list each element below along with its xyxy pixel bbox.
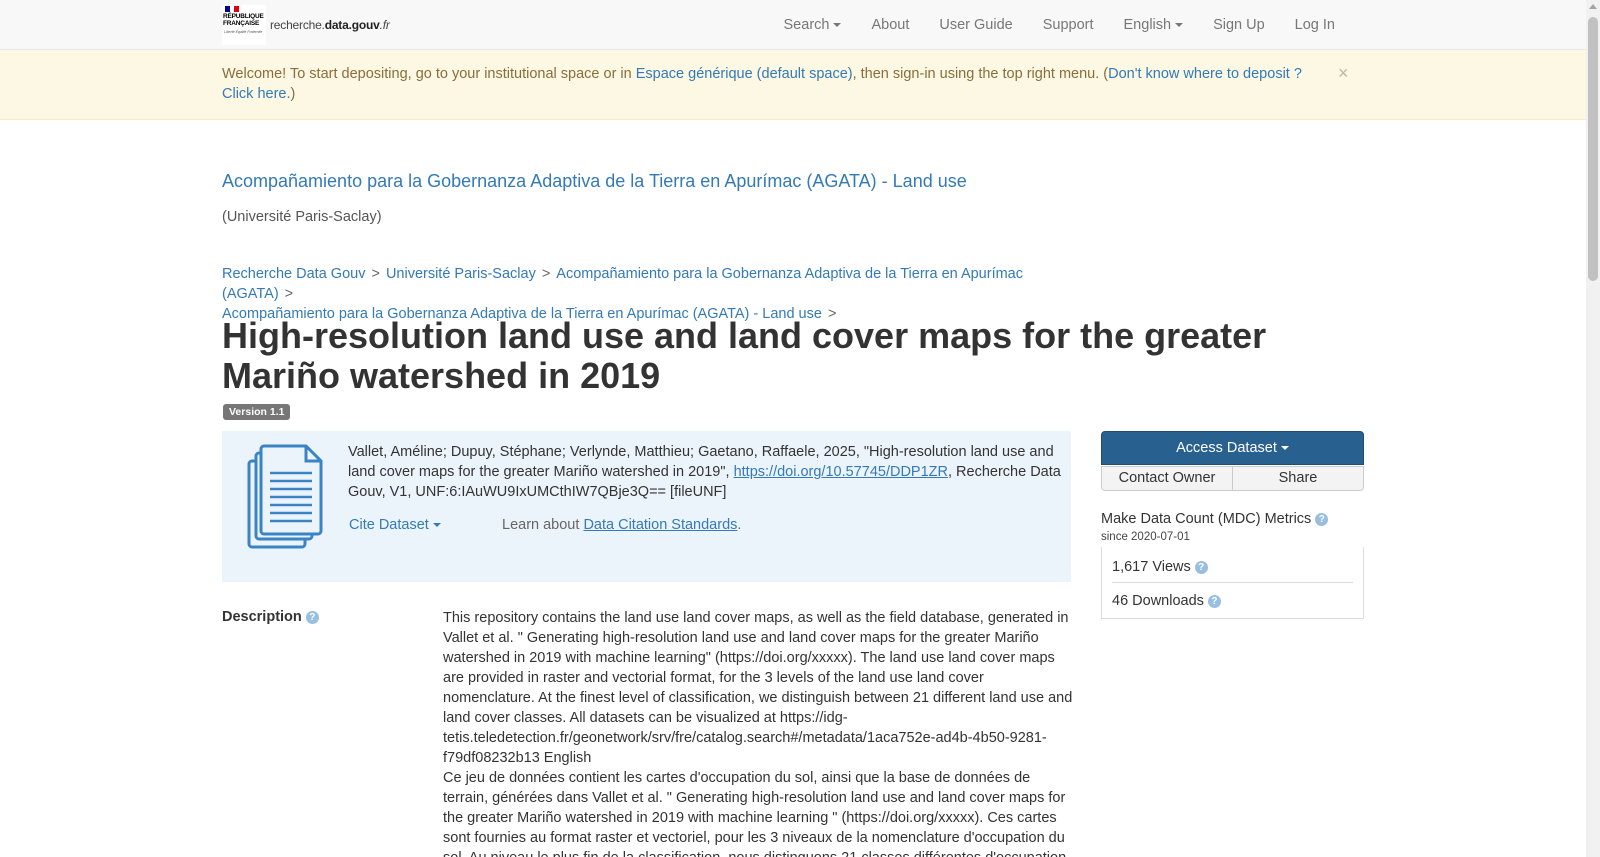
divider: [1112, 582, 1353, 583]
description-label: Description?: [222, 609, 319, 625]
close-icon[interactable]: ×: [1338, 64, 1349, 82]
nav-log-in[interactable]: Log In: [1280, 0, 1350, 50]
share-button[interactable]: Share: [1232, 466, 1364, 491]
description-paragraph: Ce jeu de données contient les cartes d'…: [443, 770, 1066, 857]
contact-owner-button[interactable]: Contact Owner: [1101, 466, 1233, 491]
access-dataset-button[interactable]: Access Dataset: [1101, 431, 1364, 465]
citation-block: Vallet, Améline; Dupuy, Stéphane; Verlyn…: [222, 431, 1071, 582]
description-text: This repository contains the land use la…: [443, 608, 1079, 857]
main-nav: Search About User Guide Support English …: [769, 0, 1350, 50]
metrics-panel: 1,617 Views? 46 Downloads?: [1101, 547, 1364, 619]
views-count: 1,617 Views?: [1112, 559, 1208, 575]
nav-support[interactable]: Support: [1028, 0, 1109, 50]
marianne-logo-icon: RÉPUBLIQUE FRANÇAISE Liberté Égalité Fra…: [222, 5, 266, 45]
dataverse-affiliation: (Université Paris-Saclay): [222, 209, 382, 225]
scrollbar-thumb[interactable]: [1588, 17, 1598, 281]
nav-language-dropdown[interactable]: English: [1109, 0, 1199, 50]
default-space-link[interactable]: Espace générique (default space): [636, 66, 853, 82]
description-paragraph: This repository contains the land use la…: [443, 610, 1073, 766]
mdc-metrics-title: Make Data Count (MDC) Metrics?: [1101, 511, 1329, 527]
scroll-up-arrow-icon[interactable]: [1589, 4, 1597, 9]
nav-sign-up[interactable]: Sign Up: [1198, 0, 1280, 50]
caret-down-icon: [1280, 446, 1289, 451]
caret-down-icon: [432, 523, 441, 528]
page-title: High-resolution land use and land cover …: [222, 315, 1267, 396]
alert-message: Welcome! To start depositing, go to your…: [222, 66, 1302, 102]
dataset-documents-icon: [246, 443, 324, 554]
help-icon[interactable]: ?: [1207, 595, 1221, 608]
nav-user-guide[interactable]: User Guide: [924, 0, 1027, 50]
caret-down-icon: [1175, 23, 1184, 28]
downloads-count: 46 Downloads?: [1112, 593, 1221, 609]
version-badge: Version 1.1: [223, 404, 291, 420]
citation-text: Vallet, Améline; Dupuy, Stéphane; Verlyn…: [348, 444, 1061, 500]
help-icon[interactable]: ?: [305, 611, 319, 624]
help-icon[interactable]: ?: [1194, 561, 1208, 574]
dataset-actions: Contact Owner Share: [1101, 466, 1364, 491]
breadcrumb-item[interactable]: Recherche Data Gouv: [222, 266, 365, 282]
nav-search-dropdown[interactable]: Search: [769, 0, 857, 50]
help-icon[interactable]: ?: [1315, 513, 1329, 526]
site-name: recherche.data.gouv.fr: [270, 18, 390, 32]
caret-down-icon: [833, 23, 842, 28]
doi-link[interactable]: https://doi.org/10.57745/DDP1ZR: [734, 464, 948, 480]
navbar: RÉPUBLIQUE FRANÇAISE Liberté Égalité Fra…: [0, 0, 1586, 50]
page-scrollbar[interactable]: [1586, 0, 1600, 857]
nav-about[interactable]: About: [856, 0, 924, 50]
mdc-since-date: since 2020-07-01: [1101, 531, 1190, 543]
breadcrumb-item[interactable]: Université Paris-Saclay: [386, 266, 536, 282]
cite-dataset-dropdown[interactable]: Cite Dataset: [349, 517, 441, 533]
site-logo[interactable]: RÉPUBLIQUE FRANÇAISE Liberté Égalité Fra…: [222, 5, 390, 45]
dataverse-title[interactable]: Acompañamiento para la Gobernanza Adapti…: [222, 171, 967, 192]
welcome-alert: Welcome! To start depositing, go to your…: [0, 50, 1586, 120]
data-citation-standards-link[interactable]: Data Citation Standards: [583, 517, 737, 533]
citation-standards-note: Learn about Data Citation Standards.: [502, 517, 742, 533]
